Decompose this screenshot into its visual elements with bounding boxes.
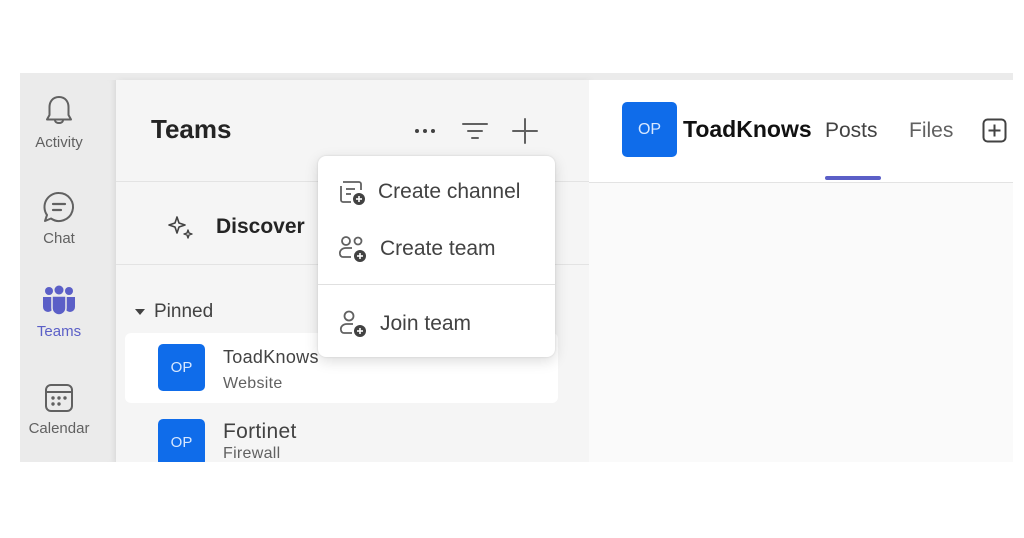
panel-title: Teams <box>151 114 232 144</box>
chat-icon <box>43 191 74 222</box>
rail-item-activity[interactable]: Activity <box>20 94 98 151</box>
more-options-icon <box>415 129 435 133</box>
tab-files[interactable]: Files <box>909 119 953 143</box>
teams-app: Activity Chat Teams Calendar Teams Disco… <box>20 73 1013 462</box>
add-menu: Create channel Create team Join team <box>318 156 555 357</box>
rail-item-chat[interactable]: Chat <box>20 190 98 247</box>
calendar-icon <box>45 384 73 412</box>
add-tab-icon <box>982 118 1007 143</box>
menu-label: Create team <box>380 237 496 260</box>
discover-label: Discover <box>216 215 305 238</box>
add-button[interactable] <box>509 115 541 147</box>
add-icon <box>512 118 538 144</box>
team-name: ToadKnows <box>223 347 319 367</box>
menu-item-create-channel[interactable]: Create channel <box>318 169 555 215</box>
team-avatar: OP <box>158 419 205 462</box>
sparkle-icon <box>168 216 193 239</box>
bell-icon <box>46 96 72 124</box>
team-name: Fortinet <box>223 420 297 443</box>
main-content: OP ToadKnows Posts Files <box>589 80 1013 462</box>
menu-item-join-team[interactable]: Join team <box>318 301 555 347</box>
app-rail: Activity Chat Teams Calendar <box>20 80 116 462</box>
create-channel-icon <box>340 181 365 205</box>
active-tab-indicator <box>825 176 881 180</box>
channel-header: OP ToadKnows Posts Files <box>589 80 1013 183</box>
rail-label: Chat <box>43 230 75 247</box>
add-tab-button[interactable] <box>982 118 1007 148</box>
discover-item[interactable]: Discover <box>168 215 305 239</box>
caret-down-icon <box>135 309 145 315</box>
team-subtitle: Website <box>223 375 283 392</box>
filter-button[interactable] <box>459 115 491 147</box>
channel-avatar: OP <box>622 102 677 157</box>
team-item[interactable]: OP Fortinet Firewall <box>125 408 558 462</box>
create-team-icon <box>339 236 366 262</box>
menu-label: Create channel <box>378 180 521 203</box>
pinned-label: Pinned <box>154 301 214 322</box>
menu-label: Join team <box>380 312 472 335</box>
menu-separator <box>318 284 555 285</box>
rail-label: Teams <box>36 323 82 340</box>
menu-item-create-team[interactable]: Create team <box>318 226 555 272</box>
rail-item-calendar[interactable]: Calendar <box>20 382 98 437</box>
top-strip <box>20 73 1013 80</box>
team-subtitle: Firewall <box>223 445 281 462</box>
team-avatar: OP <box>158 344 205 391</box>
join-team-icon <box>340 310 366 337</box>
tab-posts[interactable]: Posts <box>825 119 878 143</box>
rail-label: Calendar <box>28 420 90 437</box>
teams-icon <box>43 285 75 316</box>
channel-title: ToadKnows <box>683 116 812 142</box>
filter-icon <box>462 123 488 139</box>
pinned-section-toggle[interactable]: Pinned <box>134 301 213 323</box>
rail-item-teams[interactable]: Teams <box>20 285 98 340</box>
more-options-button[interactable] <box>409 115 441 147</box>
rail-label: Activity <box>35 134 83 151</box>
